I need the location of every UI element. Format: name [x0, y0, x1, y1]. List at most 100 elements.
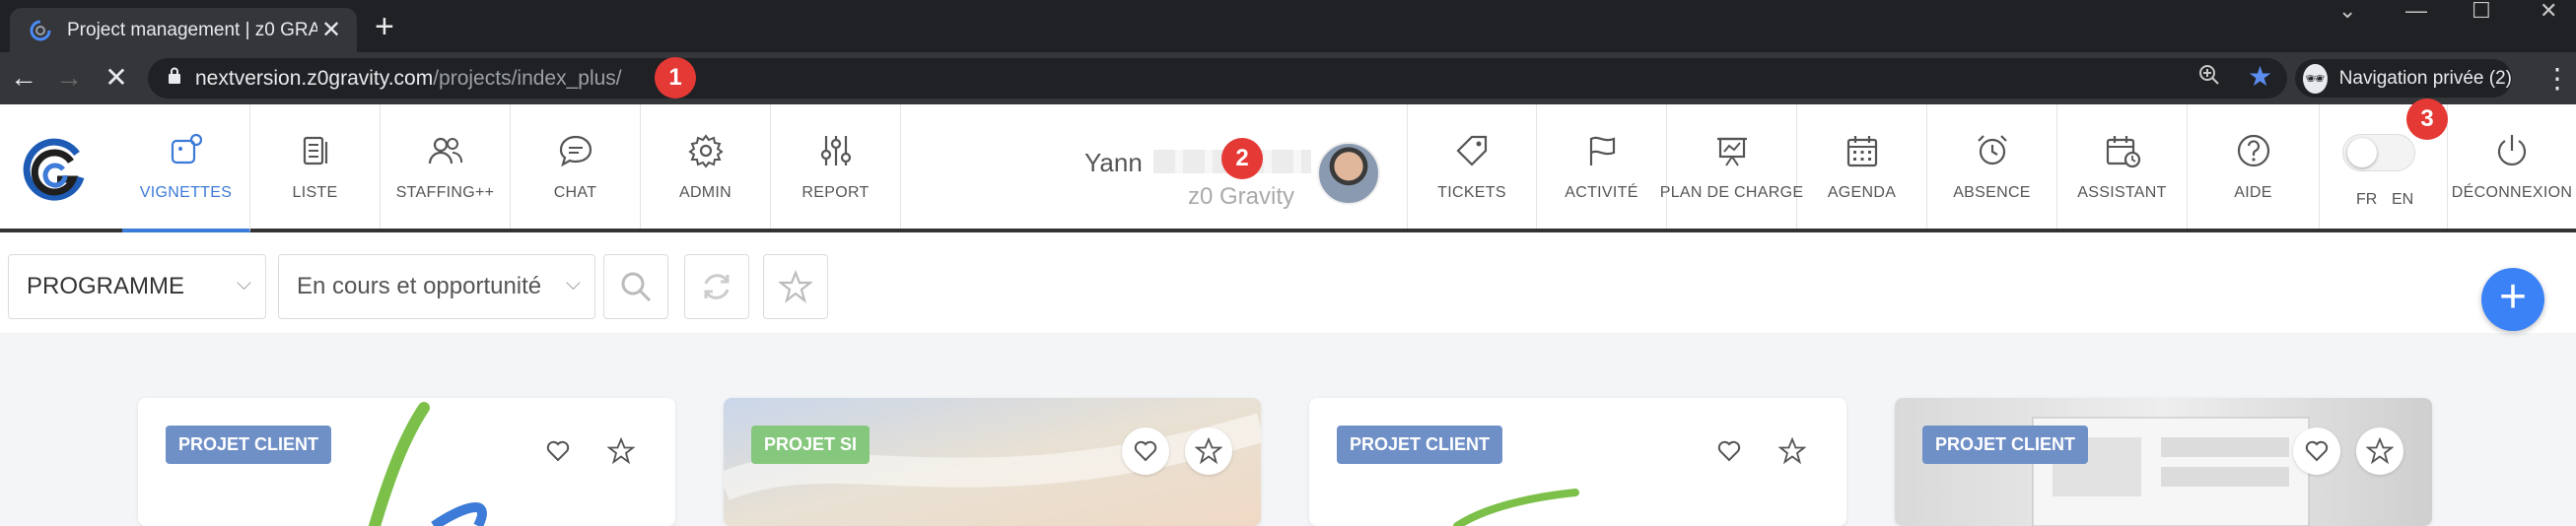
search-button[interactable] [603, 254, 668, 319]
nav-tickets[interactable]: TICKETS [1407, 104, 1537, 229]
flag-icon [1589, 136, 1615, 165]
window-close-icon[interactable]: ✕ [2540, 0, 2557, 22]
browser-tab-bar: Project management | z0 GRAVITY ✕ + ⌄ — … [0, 0, 2576, 52]
language-toggle[interactable] [2342, 134, 2415, 171]
avatar[interactable] [1317, 142, 1380, 205]
nav-label: AIDE [2234, 184, 2272, 201]
star-icon[interactable] [1769, 427, 1816, 475]
heart-icon[interactable] [1122, 427, 1169, 475]
gear-icon [687, 134, 724, 168]
nav-vignettes[interactable]: VIGNETTES [122, 104, 250, 232]
z0gravity-favicon-icon [28, 18, 53, 43]
back-icon[interactable]: ← [8, 62, 39, 94]
program-select[interactable]: PROGRAMME ⌵ [8, 254, 266, 319]
minimize-icon[interactable]: — [2405, 0, 2427, 22]
bookmark-star-icon[interactable]: ★ [2248, 60, 2272, 93]
status-select-value: En cours et opportunité [297, 273, 542, 299]
nav-assistant[interactable]: ASSISTANT [2057, 104, 2188, 229]
vignettes-icon [171, 133, 202, 164]
nav-liste[interactable]: LISTE [250, 104, 381, 229]
heart-icon[interactable] [1706, 427, 1753, 475]
nav-label: ADMIN [678, 184, 732, 201]
chevron-down-icon: ⌵ [565, 273, 581, 295]
refresh-icon [704, 274, 730, 299]
project-card[interactable]: PROJET CLIENT [1895, 398, 2432, 526]
url-path: /projects/index_plus/ [433, 66, 622, 90]
nav-activite[interactable]: ACTIVITÉ [1537, 104, 1667, 229]
close-tab-icon[interactable]: ✕ [317, 16, 345, 44]
users-icon [428, 137, 462, 164]
power-icon [2497, 135, 2527, 165]
maximize-icon[interactable]: ☐ [2472, 0, 2491, 22]
annotation-badge-2: 2 [1221, 138, 1263, 179]
project-card[interactable]: PROJET SI [724, 398, 1261, 526]
incognito-icon: 🕶 [2303, 63, 2328, 94]
annotation-badge-3: 3 [2406, 99, 2448, 140]
browser-tab[interactable]: Project management | z0 GRAVITY ✕ [10, 8, 357, 52]
stop-loading-icon[interactable]: ✕ [101, 62, 132, 94]
annotation-badge-1: 1 [655, 57, 696, 99]
nav-label: STAFFING++ [395, 184, 495, 201]
nav-label: CHAT [553, 184, 597, 201]
forward-icon[interactable]: → [53, 62, 85, 94]
nav-admin[interactable]: ADMIN [641, 104, 771, 229]
nav-label: VIGNETTES [139, 184, 233, 201]
incognito-profile-button[interactable]: 🕶 Navigation privée (2) [2295, 59, 2512, 98]
tab-search-icon[interactable]: ⌄ [2338, 0, 2356, 22]
nav-report[interactable]: REPORT [771, 104, 901, 229]
nav-label: DÉCONNEXION [2451, 184, 2573, 201]
lock-icon [168, 67, 181, 90]
project-card[interactable]: PROJET CLIENT [1309, 398, 1846, 526]
card-tag: PROJET CLIENT [1337, 426, 1503, 464]
lang-fr-label: FR [2356, 191, 2378, 208]
card-tag: PROJET SI [751, 426, 870, 464]
user-first-name: Yann [1084, 148, 1143, 177]
heart-icon[interactable] [534, 427, 582, 475]
user-company: z0 Gravity [1188, 183, 1295, 210]
nav-label: ASSISTANT [2077, 184, 2167, 201]
nav-staffing[interactable]: STAFFING++ [381, 104, 511, 229]
new-tab-icon[interactable]: + [375, 10, 394, 43]
refresh-button[interactable] [684, 254, 749, 319]
nav-absence[interactable]: ABSENCE [1927, 104, 2057, 229]
incognito-label: Navigation privée (2) [2338, 67, 2512, 89]
nav-chat[interactable]: CHAT [511, 104, 641, 229]
nav-aide[interactable]: AIDE [2188, 104, 2320, 229]
url-host: nextversion.z0gravity.com [195, 66, 434, 90]
favorites-filter-button[interactable] [763, 254, 828, 319]
tag-icon [1456, 135, 1488, 166]
nav-label: REPORT [801, 184, 870, 201]
nav-label: ACTIVITÉ [1565, 184, 1638, 201]
alarm-icon [1977, 135, 2007, 165]
star-icon[interactable] [1185, 427, 1232, 475]
nav-deconnexion[interactable]: DÉCONNEXION [2447, 104, 2576, 229]
nav-plan-de-charge[interactable]: PLAN DE CHARGE [1660, 104, 1803, 229]
star-icon [779, 270, 812, 303]
presentation-icon [1716, 137, 1747, 166]
app-header: VIGNETTES LISTE STAFFING++ CHAT ADMIN RE… [0, 104, 2576, 232]
status-select[interactable]: En cours et opportunité ⌵ [278, 254, 595, 319]
calendar-icon [1846, 136, 1877, 167]
tab-title: Project management | z0 GRAVITY [67, 19, 317, 40]
lang-en-label: EN [2392, 191, 2414, 208]
project-card[interactable]: PROJET CLIENT [138, 398, 675, 526]
chevron-down-icon: ⌵ [236, 273, 251, 295]
help-icon [2237, 134, 2269, 167]
nav-label: AGENDA [1827, 184, 1897, 201]
add-project-button[interactable]: + [2481, 268, 2544, 331]
search-icon [621, 272, 652, 302]
calendar-clock-icon [2106, 136, 2140, 168]
address-bar[interactable]: nextversion.z0gravity.com/projects/index… [148, 58, 2287, 99]
star-icon[interactable] [597, 427, 645, 475]
list-icon [303, 136, 327, 165]
nav-label: TICKETS [1437, 184, 1506, 201]
z0gravity-logo[interactable] [18, 134, 91, 207]
nav-agenda[interactable]: AGENDA [1797, 104, 1927, 229]
browser-menu-icon[interactable]: ⋮ [2543, 62, 2571, 95]
heart-icon[interactable] [2293, 427, 2340, 475]
nav-label: PLAN DE CHARGE [1659, 184, 1804, 201]
zoom-icon[interactable] [2198, 64, 2220, 92]
star-icon[interactable] [2356, 427, 2403, 475]
nav-label: LISTE [292, 184, 338, 201]
sliders-icon [820, 136, 851, 165]
